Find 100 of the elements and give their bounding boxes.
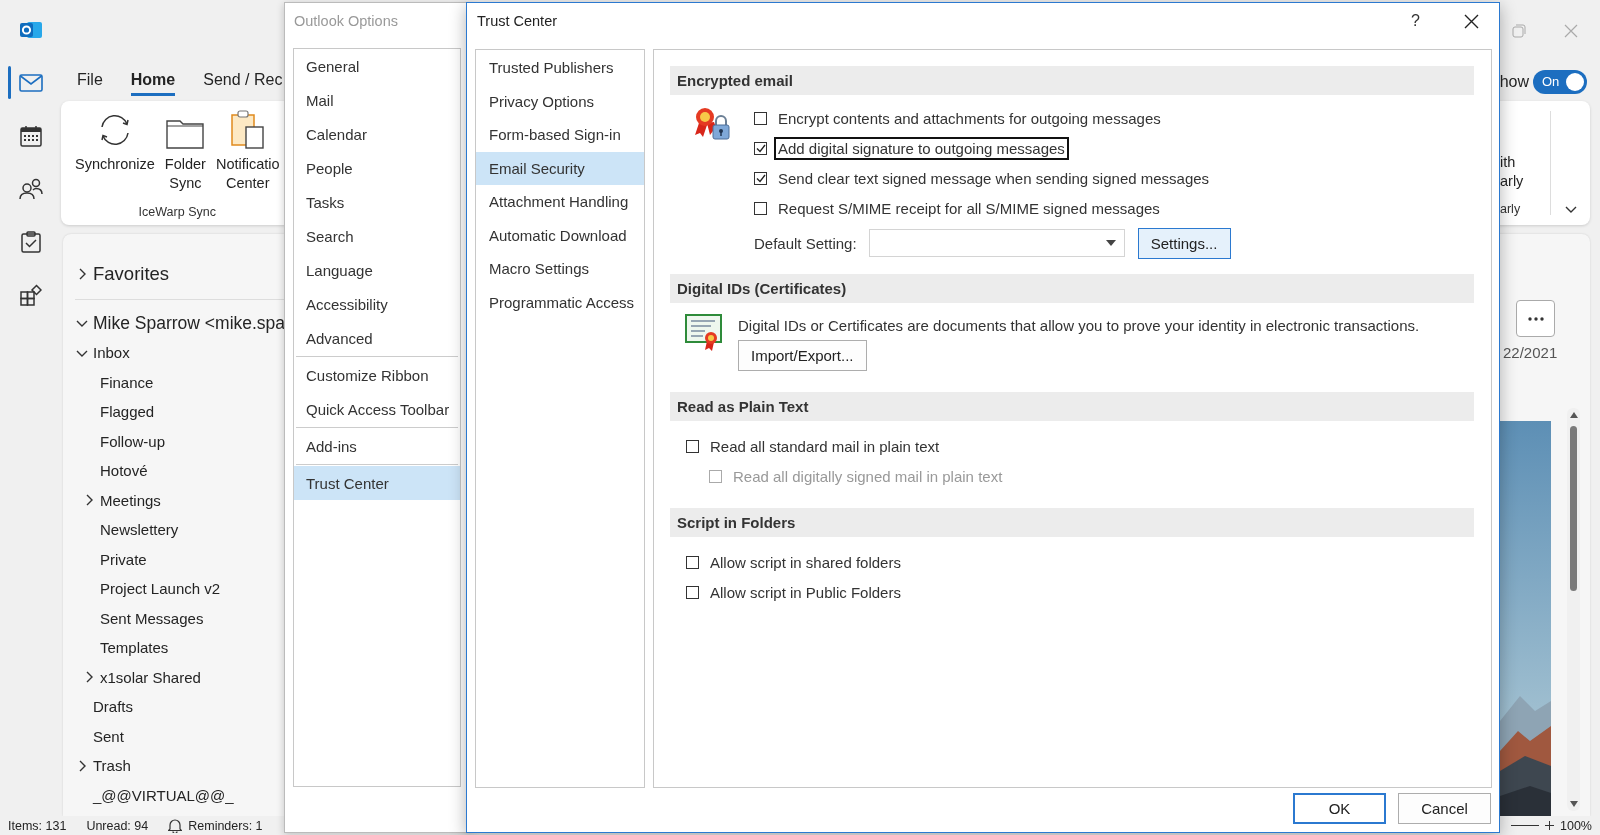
category-item[interactable]: Customize Ribbon [294,358,460,392]
checkbox[interactable] [686,555,699,569]
dialog-button[interactable]: OK [1293,793,1386,824]
folder-item[interactable]: Drafts [93,698,133,716]
group-label: IceWarp Sync [138,205,216,219]
option-label: Read all standard mail in plain text [709,436,941,457]
category-item[interactable]: People [294,151,460,185]
ribbon-tab[interactable]: Home [130,67,176,96]
category-item[interactable]: Advanced [294,321,460,355]
folder-item[interactable]: Private [100,550,147,568]
category-item[interactable]: Form-based Sign-in [476,118,644,152]
category-item[interactable]: General [294,49,460,83]
apps-icon[interactable] [19,283,42,306]
folder-item[interactable]: Newslettery [100,521,179,539]
calendar-icon[interactable] [19,124,42,147]
folder-item[interactable]: Inbox [93,344,130,362]
folder-item[interactable]: Project Launch v2 [100,580,221,598]
option-label: Allow script in shared folders [709,552,902,573]
dialog-button[interactable]: Cancel [1398,793,1491,824]
option-label: Request S/MIME receipt for all S/MIME signed messages [777,198,1161,219]
option-label: Encrypt contents and attachments for outgoing messages [777,108,1162,129]
status-text: Reminders: 1 [188,818,263,833]
folder-item[interactable]: Trash [93,757,131,775]
folder-item[interactable]: Finance [100,373,154,391]
section-header: Digital IDs (Certificates) [670,274,1474,303]
folder-item[interactable]: Sent [93,727,124,745]
folder-item[interactable]: _@@VIRTUAL@@_ [93,786,234,804]
folder-item[interactable]: Follow-up [100,432,166,450]
category-item[interactable]: Macro Settings [476,252,644,286]
clipboard-icon[interactable] [229,109,266,149]
check-icon [755,173,766,183]
account-name[interactable]: Mike Sparrow <mike.spa [93,312,286,334]
section-header: Encrypted email [670,66,1474,95]
folder-item[interactable]: Hotové [100,462,148,480]
option-label: Add digital signature to outgoing messages [774,136,1069,160]
toggle-state: On [1542,74,1560,89]
category-item[interactable]: Automatic Download [476,218,644,252]
category-item[interactable]: Attachment Handling [476,185,644,219]
ribbon-button[interactable]: Synchronize [73,109,157,205]
ribbon-button[interactable]: Notificatio Center [213,109,282,205]
scrollbar[interactable] [1567,408,1580,811]
close-button[interactable] [1464,13,1479,29]
zoom-in-icon[interactable] [1545,821,1554,830]
folder-item[interactable]: Templates [100,639,169,657]
category-item[interactable]: Email Security [476,151,644,185]
dropdown-caret-icon [1105,240,1116,246]
description-text: Digital IDs or Certificates are documents that allow you to prove your identity in electronic transactions. [738,317,1421,334]
checkbox[interactable] [754,111,767,125]
folder-item[interactable]: Flagged [100,403,155,421]
certificate-icon [685,313,723,351]
category-item[interactable]: Programmatic Access [476,285,644,319]
folder-group-label[interactable]: Favorites [93,263,170,285]
checkbox[interactable] [686,585,699,599]
settings-button[interactable]: Settings... [1137,227,1231,259]
ribbon-tab[interactable]: Send / Rec [203,67,283,96]
scrollbar-thumb[interactable] [1570,426,1577,591]
section-header: Read as Plain Text [670,392,1474,421]
checkbox[interactable] [754,201,767,215]
category-item[interactable]: Calendar [294,117,460,151]
category-item[interactable]: Quick Access Toolbar [294,392,460,426]
ribbon-tab[interactable]: File [77,67,103,96]
ribbon-button[interactable]: Folder Sync [162,109,208,205]
dialog-title: Trust Center [477,13,559,29]
option-label: Allow script in Public Folders [709,582,902,603]
folder-item[interactable]: Meetings [100,491,161,509]
check-icon [755,143,766,153]
category-item[interactable]: Privacy Options [476,84,644,118]
people-icon[interactable] [18,177,43,200]
bell-icon [168,818,183,833]
option-label: Read all digitally signed mail in plain text [732,466,1004,487]
checkbox[interactable] [754,141,767,155]
expand-ribbon-icon [1564,205,1577,213]
toggle-switch[interactable]: On [1533,69,1587,94]
import-export-button[interactable]: Import/Export... [738,340,867,371]
close-icon [1464,13,1479,29]
category-item[interactable]: Tasks [294,185,460,219]
category-item[interactable]: Add-ins [294,429,460,463]
mail-icon[interactable] [18,73,43,92]
scroll-up-icon [1569,412,1578,418]
zoom-level[interactable]: 100% [1560,818,1592,833]
folder-item[interactable]: x1solar Shared [100,668,201,686]
more-button[interactable] [1516,300,1555,337]
help-button[interactable]: ? [1411,12,1420,30]
seal-lock-icon [693,105,731,143]
checkbox[interactable] [754,171,767,185]
field-label: Default Setting: [754,234,857,252]
category-item[interactable]: Mail [294,83,460,117]
group-label: arly [1500,201,1522,218]
category-item[interactable]: Accessibility [294,287,460,321]
checkbox[interactable] [686,439,699,453]
ribbon-button[interactable]: ith arly [1500,153,1550,191]
category-item[interactable]: Language [294,253,460,287]
category-item[interactable]: Search [294,219,460,253]
category-item[interactable]: Trust Center [294,466,460,500]
section-header: Script in Folders [670,508,1474,537]
folder-icon[interactable] [166,117,205,149]
folder-item[interactable]: Sent Messages [100,609,204,627]
category-item[interactable]: Trusted Publishers [476,51,644,85]
tasks-icon[interactable] [20,230,41,253]
scroll-down-icon [1569,801,1578,807]
